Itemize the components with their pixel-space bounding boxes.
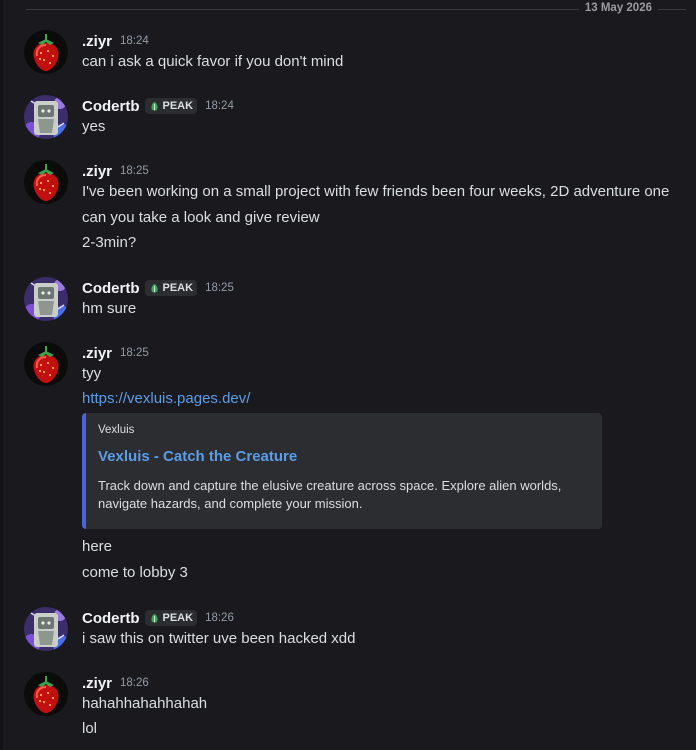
message-text: I've been working on a small project wit… (82, 183, 670, 200)
embed-title[interactable]: Vexluis - Catch the Creature (98, 448, 297, 465)
username[interactable]: Codertb (82, 280, 140, 297)
message-text: come to lobby 3 (82, 564, 188, 581)
message-text: here (82, 538, 113, 555)
link-embed: Vexluis Vexluis - Catch the Creature Tra… (82, 413, 602, 529)
date-label: 13 May 2026 (578, 2, 658, 14)
username[interactable]: .ziyr (82, 33, 112, 50)
strawberry-avatar-icon[interactable] (24, 342, 68, 386)
strawberry-avatar-icon[interactable] (24, 30, 68, 74)
username[interactable]: Codertb (82, 610, 140, 627)
message-link[interactable]: https://vexluis.pages.dev/ (82, 389, 250, 409)
strawberry-avatar-icon[interactable] (24, 672, 68, 716)
timestamp[interactable]: 18:25 (120, 347, 149, 359)
strawberry-avatar-icon[interactable] (24, 160, 68, 204)
message-text: i saw this on twitter uve been hacked xd… (82, 630, 356, 647)
message-header: .ziyr 18:25 (82, 160, 149, 182)
role-tag[interactable]: PEAK (144, 280, 198, 296)
tag-label: PEAK (162, 612, 194, 624)
message-text: hahahhahahhahah (82, 695, 208, 712)
username[interactable]: .ziyr (82, 675, 112, 692)
embed-description: Track down and capture the elusive creat… (98, 478, 562, 511)
message-text: can i ask a quick favor if you don't min… (82, 53, 344, 70)
scrollbar-track[interactable] (0, 0, 3, 750)
message-text: hm sure (82, 300, 137, 317)
anime-avatar-icon[interactable] (24, 95, 68, 139)
embed-provider[interactable]: Vexluis (98, 424, 134, 436)
tag-label: PEAK (162, 282, 194, 294)
timestamp[interactable]: 18:24 (205, 100, 234, 112)
message-header: .ziyr 18:25 (82, 342, 149, 364)
username[interactable]: Codertb (82, 98, 140, 115)
timestamp[interactable]: 18:26 (205, 612, 234, 624)
role-tag[interactable]: PEAK (144, 610, 198, 626)
timestamp[interactable]: 18:24 (120, 35, 149, 47)
anime-avatar-icon[interactable] (24, 277, 68, 321)
leaf-badge-icon (149, 101, 160, 112)
username[interactable]: .ziyr (82, 163, 112, 180)
role-tag[interactable]: PEAK (144, 98, 198, 114)
message-header: .ziyr 18:26 (82, 672, 149, 694)
timestamp[interactable]: 18:26 (120, 677, 149, 689)
message-header: Codertb PEAK 18:25 (82, 277, 234, 299)
message-text: yes (82, 118, 106, 135)
leaf-badge-icon (149, 613, 160, 624)
message-header: Codertb PEAK 18:26 (82, 607, 234, 629)
timestamp[interactable]: 18:25 (205, 282, 234, 294)
message-text: 2-3min? (82, 234, 137, 251)
message-text: tyy (82, 365, 102, 382)
anime-avatar-icon[interactable] (24, 607, 68, 651)
timestamp[interactable]: 18:25 (120, 165, 149, 177)
message-text: lol (82, 720, 98, 737)
username[interactable]: .ziyr (82, 345, 112, 362)
leaf-badge-icon (149, 283, 160, 294)
message-header: .ziyr 18:24 (82, 30, 149, 52)
message-header: Codertb PEAK 18:24 (82, 95, 234, 117)
message-text: can you take a look and give review (82, 209, 320, 226)
tag-label: PEAK (162, 100, 194, 112)
